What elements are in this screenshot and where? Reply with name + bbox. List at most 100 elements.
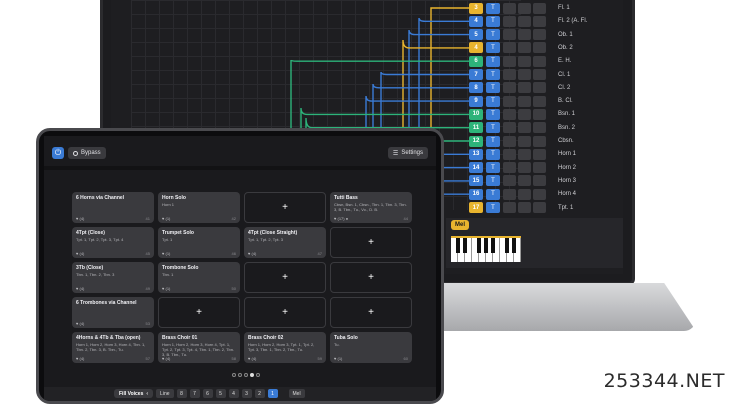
channel-number[interactable]: 15 [469, 175, 483, 187]
preset-card[interactable]: Tutti Bass Cbsn, Bsn. 1, Cbsn., Tbn. 1, T… [330, 192, 412, 223]
channel-row[interactable]: 17 T Tpt. 1 [469, 202, 573, 214]
channel-slot[interactable] [518, 162, 531, 174]
channel-transpose[interactable]: T [486, 122, 500, 134]
page-button-6[interactable]: 6 [202, 389, 213, 398]
channel-slot[interactable] [518, 122, 531, 134]
piano-black-key[interactable] [512, 238, 516, 253]
preset-card[interactable]: Horn Solo Horn 1 ♥ (1) 42 [158, 192, 240, 223]
empty-slot[interactable]: + [244, 262, 326, 293]
channel-slot[interactable] [533, 175, 546, 187]
preset-card[interactable]: Tuba Solo Tu. ♥ (1) 60 [330, 332, 412, 363]
channel-number[interactable]: 10 [469, 108, 483, 120]
channel-slot[interactable] [533, 15, 546, 27]
channel-number[interactable]: 8 [469, 82, 483, 94]
piano-black-key[interactable] [484, 238, 488, 253]
channel-row[interactable]: 7 T Cl. 1 [469, 69, 570, 81]
channel-slot[interactable] [518, 175, 531, 187]
channel-slot[interactable] [503, 55, 516, 67]
page-button-7[interactable]: 7 [189, 389, 200, 398]
power-button[interactable]: ⏻ [52, 147, 64, 159]
channel-slot[interactable] [503, 82, 516, 94]
channel-slot[interactable] [503, 122, 516, 134]
channel-transpose[interactable]: T [486, 82, 500, 94]
empty-slot[interactable]: + [330, 297, 412, 328]
channel-slot[interactable] [533, 135, 546, 147]
channel-slot[interactable] [503, 108, 516, 120]
channel-slot[interactable] [533, 2, 546, 14]
channel-transpose[interactable]: T [486, 148, 500, 160]
empty-slot[interactable]: + [244, 297, 326, 328]
mel-button[interactable]: Mel [288, 389, 305, 398]
channel-row[interactable]: 12 T Cbsn. [469, 135, 574, 147]
channel-slot[interactable] [518, 29, 531, 41]
channel-slot[interactable] [533, 122, 546, 134]
channel-row[interactable]: 3 T Fl. 1 [469, 2, 570, 14]
preset-card[interactable]: 6 Horns via Channel ♥ (4) 41 [72, 192, 154, 223]
channel-transpose[interactable]: T [486, 202, 500, 213]
piano-black-key[interactable] [477, 238, 481, 253]
page-button-3[interactable]: 3 [241, 389, 252, 398]
empty-slot[interactable]: + [158, 297, 240, 328]
page-dot[interactable] [244, 373, 248, 377]
preset-card[interactable]: 4Tpt (Close) Tpt. 1, Tpt. 2, Tpt. 3, Tpt.… [72, 227, 154, 258]
line-button[interactable]: Line [156, 389, 174, 398]
channel-number[interactable]: 12 [469, 135, 483, 147]
channel-slot[interactable] [503, 202, 516, 213]
channel-row[interactable]: 15 T Horn 3 [469, 175, 576, 187]
channel-slot[interactable] [533, 162, 546, 174]
channel-slot[interactable] [503, 15, 516, 27]
preset-card[interactable]: 4Tpt (Close Straight) Tpt. 1, Tpt. 2, Tpt… [244, 227, 326, 258]
piano-keyboard[interactable] [451, 236, 521, 262]
channel-number[interactable]: 17 [469, 202, 483, 213]
page-dot-active[interactable] [250, 373, 254, 377]
channel-slot[interactable] [518, 188, 531, 200]
piano-black-key[interactable] [491, 238, 495, 253]
channel-transpose[interactable]: T [486, 135, 500, 147]
fill-voices-button[interactable]: Fill Voices ‹ [114, 389, 154, 398]
channel-number[interactable]: 3 [469, 2, 483, 14]
channel-slot[interactable] [533, 188, 546, 200]
channel-row[interactable]: 4 T Ob. 2 [469, 42, 573, 54]
channel-slot[interactable] [518, 82, 531, 94]
channel-slot[interactable] [533, 95, 546, 107]
channel-slot[interactable] [503, 162, 516, 174]
channel-transpose[interactable]: T [486, 55, 500, 67]
empty-slot[interactable]: + [330, 227, 412, 258]
channel-slot[interactable] [503, 2, 516, 14]
channel-row[interactable]: 14 T Horn 2 [469, 162, 576, 174]
page-button-5[interactable]: 5 [215, 389, 226, 398]
channel-number[interactable]: 9 [469, 95, 483, 107]
channel-slot[interactable] [518, 148, 531, 160]
page-button-4[interactable]: 4 [228, 389, 239, 398]
channel-slot[interactable] [503, 42, 516, 54]
channel-transpose[interactable]: T [486, 29, 500, 41]
channel-slot[interactable] [503, 188, 516, 200]
channel-number[interactable]: 14 [469, 162, 483, 174]
channel-row[interactable]: 11 T Bsn. 2 [469, 122, 575, 134]
channel-row[interactable]: 5 T Ob. 1 [469, 29, 573, 41]
channel-slot[interactable] [503, 175, 516, 187]
channel-slot[interactable] [518, 2, 531, 14]
channel-number[interactable]: 16 [469, 188, 483, 200]
channel-slot[interactable] [503, 69, 516, 80]
channel-slot[interactable] [518, 15, 531, 27]
channel-slot[interactable] [518, 55, 531, 67]
channel-number[interactable]: 5 [469, 29, 483, 41]
channel-transpose[interactable]: T [486, 188, 500, 200]
preset-card[interactable]: Trumpet Solo Tpt. 1 ♥ (1) 46 [158, 227, 240, 258]
channel-slot[interactable] [518, 69, 531, 80]
channel-slot[interactable] [533, 42, 546, 54]
channel-slot[interactable] [518, 108, 531, 120]
piano-black-key[interactable] [456, 238, 460, 253]
preset-card[interactable]: 4Horns & 4Tb & Tba (open) Horn 1, Horn 2,… [72, 332, 154, 363]
preset-card[interactable]: Brass Choir 02 Horn 1, Horn 2, Horn 3, Tp… [244, 332, 326, 363]
channel-number[interactable]: 13 [469, 148, 483, 160]
preset-card[interactable]: Trombone Solo Tbn. 1 ♥ (1) 50 [158, 262, 240, 293]
channel-slot[interactable] [503, 148, 516, 160]
empty-slot[interactable]: + [244, 192, 326, 223]
channel-transpose[interactable]: T [486, 42, 500, 54]
page-dot[interactable] [256, 373, 260, 377]
channel-number[interactable]: 7 [469, 69, 483, 80]
channel-slot[interactable] [533, 69, 546, 80]
channel-slot[interactable] [533, 148, 546, 160]
